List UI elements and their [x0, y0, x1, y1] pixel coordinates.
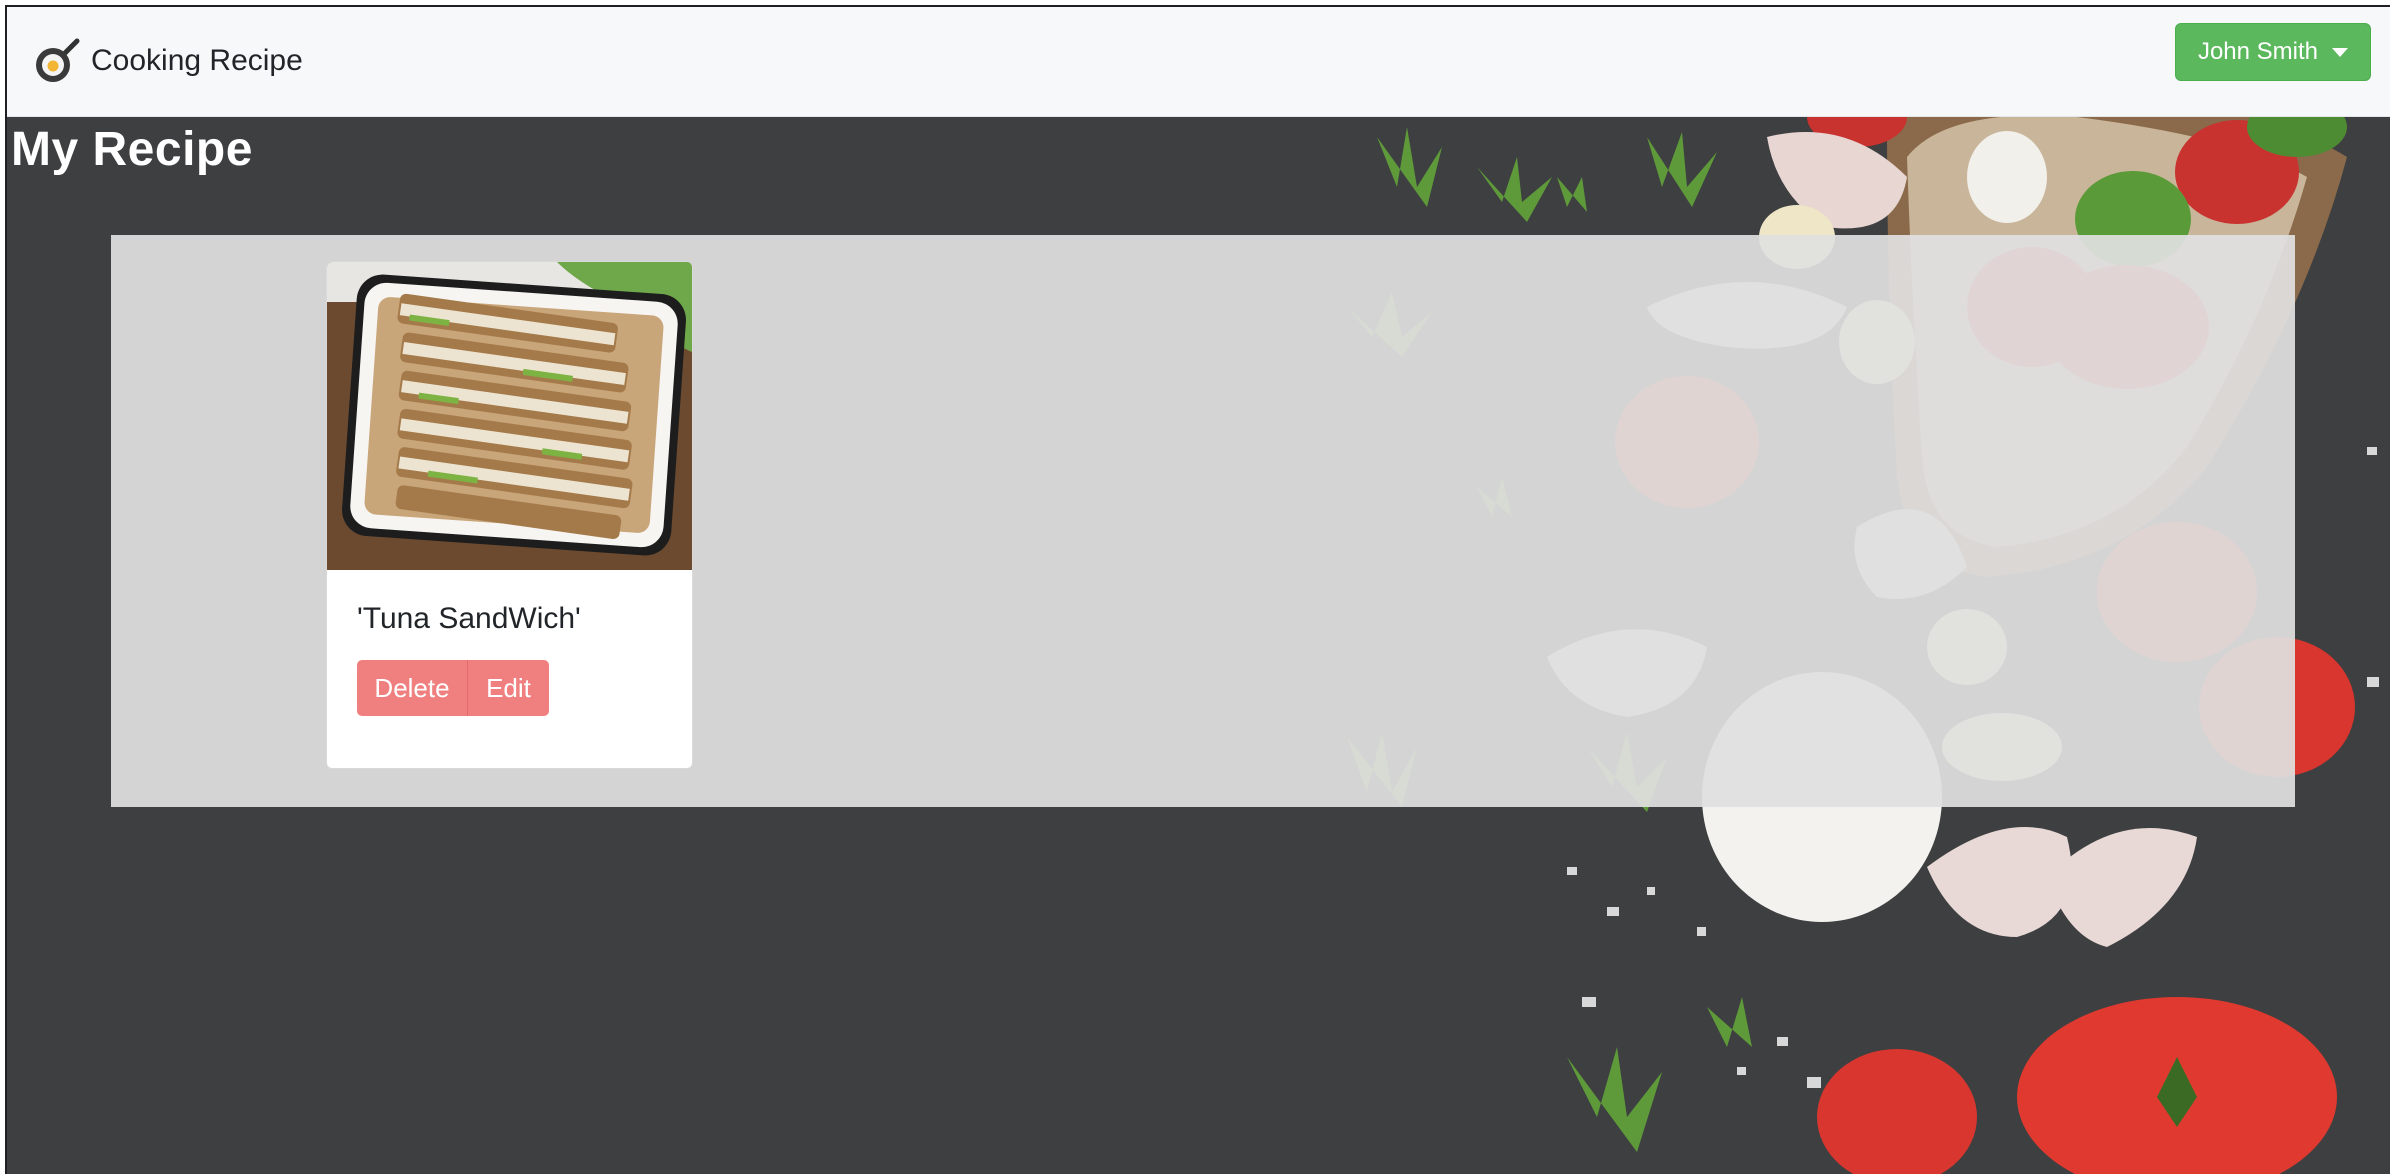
tuna-sandwich-photo [327, 262, 692, 570]
edit-button[interactable]: Edit [467, 660, 549, 716]
recipe-title: 'Tuna SandWich' [357, 602, 581, 635]
caret-down-icon [2332, 47, 2348, 57]
recipe-list-panel: 'Tuna SandWich' Delete Edit [111, 235, 2295, 807]
delete-button[interactable]: Delete [357, 660, 467, 716]
user-menu-button[interactable]: John Smith [2174, 23, 2371, 81]
page-title: My Recipe [11, 123, 253, 176]
top-navbar: Cooking Recipe John Smith [7, 7, 2390, 117]
app-window: Cooking Recipe John Smith My Recipe 'Tun… [5, 5, 2390, 1174]
brand-link[interactable]: Cooking Recipe [33, 37, 303, 85]
frying-pan-egg-icon [36, 38, 80, 82]
recipe-card: 'Tuna SandWich' Delete Edit [326, 261, 693, 769]
brand-name: Cooking Recipe [91, 44, 303, 77]
user-name-label: John Smith [2197, 38, 2318, 65]
recipe-actions: Delete Edit [357, 660, 549, 716]
